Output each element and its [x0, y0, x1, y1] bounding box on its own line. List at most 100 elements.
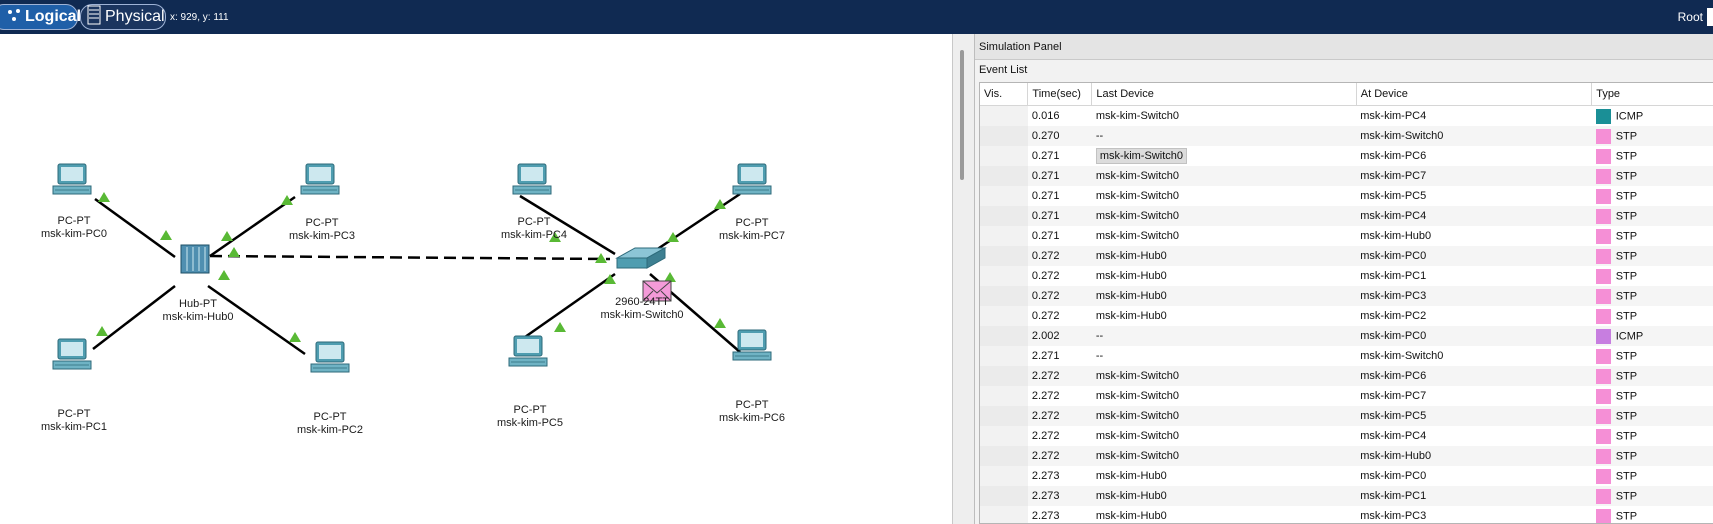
pc-device-icon[interactable]: [732, 329, 772, 361]
event-type-color-swatch[interactable]: [1595, 248, 1611, 264]
column-header-last-device[interactable]: Last Device: [1091, 83, 1357, 106]
pc-device-icon[interactable]: [52, 338, 92, 370]
event-type-color-swatch[interactable]: [1595, 468, 1611, 484]
simulation-panel-title: Simulation Panel: [975, 34, 1713, 60]
event-type-color-swatch[interactable]: [1595, 268, 1611, 284]
event-type-color-swatch[interactable]: [1595, 208, 1611, 224]
event-vis-cell[interactable]: [980, 166, 1028, 186]
event-last-device: msk-kim-Switch0: [1091, 206, 1357, 226]
event-type-color-swatch[interactable]: [1595, 228, 1611, 244]
event-vis-cell[interactable]: [980, 266, 1028, 286]
event-type-color-swatch[interactable]: [1595, 348, 1611, 364]
event-vis-cell[interactable]: [980, 226, 1028, 246]
event-at-device: msk-kim-PC7: [1360, 390, 1427, 402]
column-header-time[interactable]: Time(sec): [1027, 83, 1093, 106]
event-vis-cell[interactable]: [980, 446, 1028, 466]
physical-view-button[interactable]: Physical: [80, 4, 166, 30]
event-row[interactable]: 0.271 msk-kim-Switch0 msk-kim-PC7 STP: [980, 166, 1713, 186]
event-row[interactable]: 2.273 msk-kim-Hub0 msk-kim-PC3 STP: [980, 506, 1713, 523]
event-vis-cell[interactable]: [980, 246, 1028, 266]
event-row[interactable]: 2.272 msk-kim-Switch0 msk-kim-PC5 STP: [980, 406, 1713, 426]
event-vis-cell[interactable]: [980, 186, 1028, 206]
event-row[interactable]: 0.271 msk-kim-Switch0 msk-kim-Hub0 STP: [980, 226, 1713, 246]
device-name: msk-kim-PC0: [41, 228, 107, 240]
device-type: PC-PT: [513, 404, 547, 416]
event-type-color-swatch[interactable]: [1595, 148, 1611, 164]
event-vis-cell[interactable]: [980, 105, 1028, 126]
event-row[interactable]: 0.272 msk-kim-Hub0 msk-kim-PC3 STP: [980, 286, 1713, 306]
pc-device-icon[interactable]: [52, 163, 92, 195]
event-type-color-swatch[interactable]: [1595, 388, 1611, 404]
event-type: STP: [1592, 466, 1713, 486]
column-header-type[interactable]: Type: [1591, 83, 1713, 106]
event-vis-cell[interactable]: [980, 466, 1028, 486]
event-vis-cell[interactable]: [980, 326, 1028, 346]
event-vis-cell[interactable]: [980, 426, 1028, 446]
event-row[interactable]: 2.272 msk-kim-Switch0 msk-kim-PC6 STP: [980, 366, 1713, 386]
event-time: 0.272: [1031, 310, 1060, 322]
event-vis-cell[interactable]: [980, 126, 1028, 146]
event-type-color-swatch[interactable]: [1595, 108, 1611, 124]
event-vis-cell[interactable]: [980, 506, 1028, 523]
event-row[interactable]: 0.270 -- msk-kim-Switch0 STP: [980, 126, 1713, 146]
event-type-color-swatch[interactable]: [1595, 188, 1611, 204]
event-vis-cell[interactable]: [980, 486, 1028, 506]
event-type-color-swatch[interactable]: [1595, 128, 1611, 144]
event-at-device: msk-kim-PC4: [1356, 206, 1592, 226]
event-type-color-swatch[interactable]: [1595, 168, 1611, 184]
event-vis-cell[interactable]: [980, 206, 1028, 226]
event-row[interactable]: 0.272 msk-kim-Hub0 msk-kim-PC0 STP: [980, 246, 1713, 266]
event-type-color-swatch[interactable]: [1595, 308, 1611, 324]
switch-device-icon[interactable]: [615, 247, 667, 269]
event-vis-cell[interactable]: [980, 286, 1028, 306]
event-row[interactable]: 0.271 msk-kim-Switch0 msk-kim-PC4 STP: [980, 206, 1713, 226]
event-row[interactable]: 0.016 msk-kim-Switch0 msk-kim-PC4 ICMP: [980, 105, 1713, 126]
event-type-color-swatch[interactable]: [1595, 448, 1611, 464]
link-hub-switch[interactable]: [209, 254, 611, 261]
event-last-device: --: [1091, 326, 1357, 346]
event-vis-cell[interactable]: [980, 346, 1028, 366]
column-header-at-device[interactable]: At Device: [1356, 83, 1593, 106]
event-type-color-swatch[interactable]: [1595, 328, 1611, 344]
hub-device-icon[interactable]: [180, 244, 210, 274]
event-last-device: msk-kim-Hub0: [1091, 486, 1357, 506]
event-row[interactable]: 2.273 msk-kim-Hub0 msk-kim-PC0 STP: [980, 466, 1713, 486]
pc-device-icon[interactable]: [732, 163, 772, 195]
event-row[interactable]: 2.002 -- msk-kim-PC0 ICMP: [980, 326, 1713, 346]
event-time: 2.002: [1027, 326, 1092, 346]
event-vis-cell[interactable]: [980, 406, 1028, 426]
event-vis-cell[interactable]: [980, 366, 1028, 386]
event-type-color-swatch[interactable]: [1595, 368, 1611, 384]
event-vis-cell[interactable]: [980, 306, 1028, 326]
event-row[interactable]: 0.272 msk-kim-Hub0 msk-kim-PC1 STP: [980, 266, 1713, 286]
event-time: 2.272: [1031, 390, 1060, 402]
event-at-device: msk-kim-PC5: [1360, 190, 1427, 202]
pc-device-icon[interactable]: [512, 163, 552, 195]
event-row[interactable]: 0.272 msk-kim-Hub0 msk-kim-PC2 STP: [980, 306, 1713, 326]
event-type-color-swatch[interactable]: [1595, 488, 1611, 504]
event-type-color-swatch[interactable]: [1595, 408, 1611, 424]
event-row[interactable]: 0.271 msk-kim-Switch0 msk-kim-PC5 STP: [980, 186, 1713, 206]
event-row[interactable]: 2.272 msk-kim-Switch0 msk-kim-PC7 STP: [980, 386, 1713, 406]
event-vis-cell[interactable]: [980, 146, 1028, 166]
device-label-pc4: PC-PT msk-kim-PC4: [474, 216, 594, 242]
event-type-color-swatch[interactable]: [1595, 428, 1611, 444]
event-last-device-text: msk-kim-Switch0: [1095, 230, 1179, 242]
logical-workspace[interactable]: PC-PT msk-kim-PC0 PC-PT msk-kim-PC3 PC-P…: [0, 34, 952, 524]
event-type-color-swatch[interactable]: [1595, 508, 1611, 523]
device-type: 2960-24TT: [615, 296, 669, 308]
pc-device-icon[interactable]: [300, 163, 340, 195]
column-header-vis[interactable]: Vis.: [980, 83, 1029, 106]
pc-device-icon[interactable]: [508, 335, 548, 367]
event-row[interactable]: 2.271 -- msk-kim-Switch0 STP: [980, 346, 1713, 366]
event-row[interactable]: 2.273 msk-kim-Hub0 msk-kim-PC1 STP: [980, 486, 1713, 506]
pc-device-icon[interactable]: [310, 341, 350, 373]
event-row[interactable]: 0.271 msk-kim-Switch0 msk-kim-PC6 STP: [980, 146, 1713, 166]
workspace-scrollbar[interactable]: [960, 50, 964, 180]
event-row[interactable]: 2.272 msk-kim-Switch0 msk-kim-PC4 STP: [980, 426, 1713, 446]
event-row[interactable]: 2.272 msk-kim-Switch0 msk-kim-Hub0 STP: [980, 446, 1713, 466]
event-vis-cell[interactable]: [980, 386, 1028, 406]
event-last-device: msk-kim-Switch0: [1091, 406, 1357, 426]
logical-view-button[interactable]: Logical: [0, 4, 81, 30]
event-type-color-swatch[interactable]: [1595, 288, 1611, 304]
